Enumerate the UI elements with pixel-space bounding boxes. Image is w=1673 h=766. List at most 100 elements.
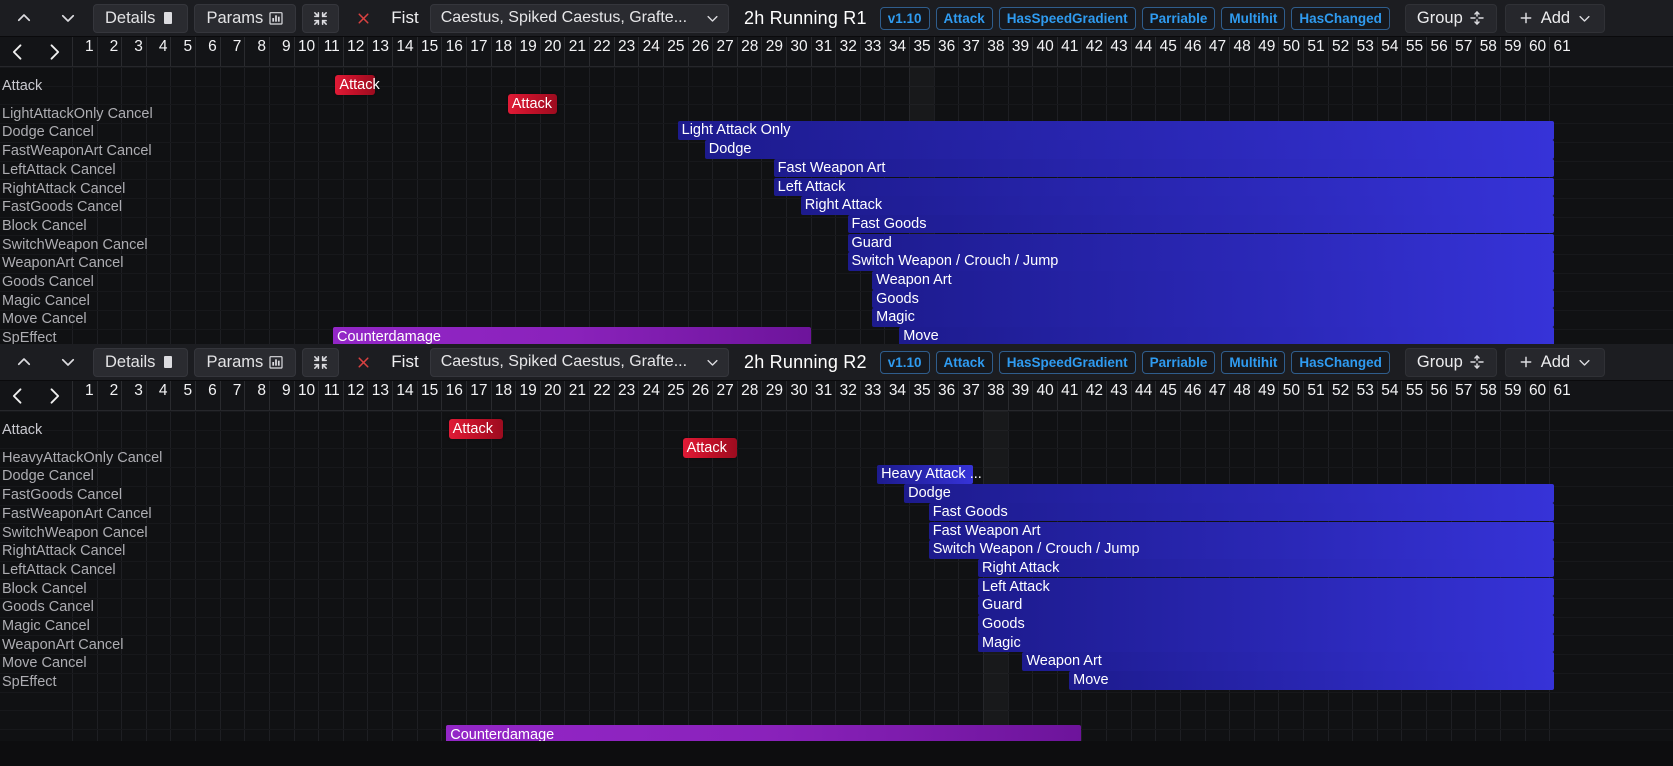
tag-parriable[interactable]: Parriable — [1141, 6, 1216, 30]
params-button[interactable]: Params — [194, 347, 297, 377]
next-frame-button[interactable] — [36, 381, 72, 410]
attack-bar[interactable]: Attack — [682, 437, 737, 458]
details-button[interactable]: Details — [93, 3, 189, 33]
cancel-bar[interactable]: Guard — [847, 233, 1555, 253]
cancel-bar[interactable]: Switch Weapon / Crouch / Jump — [928, 540, 1555, 559]
previous-frame-button[interactable] — [0, 381, 36, 410]
cancel-bar[interactable]: Magic — [872, 308, 1555, 327]
move-up-button[interactable] — [5, 348, 43, 377]
grid-vline — [810, 411, 812, 741]
tag-multihit[interactable]: Multihit — [1221, 350, 1286, 374]
ruler-tick: 37 — [958, 381, 983, 410]
row-label: WeaponArt Cancel — [2, 636, 124, 653]
tag-haschanged[interactable]: HasChanged — [1291, 6, 1390, 30]
ruler-tick: 36 — [933, 37, 959, 66]
ruler-tick: 46 — [1179, 37, 1205, 66]
timeline-grid[interactable]: Attack HeavyAttackOnly Cancel Dodge Cancel… — [0, 411, 1673, 741]
tag-hasspeedgradient[interactable]: HasSpeedGradient — [998, 6, 1136, 30]
cancel-bar[interactable]: Fast Weapon Art — [928, 521, 1555, 540]
weapon-category-label: Fist — [391, 8, 419, 27]
grid-vline — [539, 411, 541, 741]
group-button[interactable]: Group — [1404, 347, 1497, 377]
ruler-tick: 24 — [638, 37, 663, 66]
row-label: LeftAttack Cancel — [2, 561, 116, 578]
ruler-tick-label: 19 — [519, 38, 537, 55]
frame-ruler[interactable]: 1 2 3 4 5 6 7 8 9 10 11 12 13 14 15 16 17 18 19 20 21 22 23 24 2… — [0, 381, 1673, 411]
collapse-button[interactable] — [302, 3, 340, 33]
ruler-tick-label: 52 — [1331, 382, 1350, 399]
speffect-bar[interactable]: Counterdamage — [332, 327, 811, 344]
speffect-bar[interactable]: Counterdamage — [446, 725, 1082, 741]
cancel-bar[interactable]: Dodge — [904, 484, 1555, 503]
params-button[interactable]: Params — [194, 3, 297, 33]
tag-v1-10[interactable]: v1.10 — [879, 6, 930, 30]
cancel-bar[interactable]: Right Attack — [800, 196, 1555, 215]
tag-hasspeedgradient[interactable]: HasSpeedGradient — [998, 350, 1136, 374]
grid-hline — [0, 104, 1673, 105]
row-label: FastWeaponArt Cancel — [2, 143, 152, 160]
attack-bar[interactable]: Attack — [335, 75, 380, 95]
cancel-bar[interactable]: Heavy Attack ... — [877, 465, 982, 484]
cancel-bar[interactable]: Left Attack — [978, 577, 1555, 597]
panel-toolbar: Details Params Fist Caestus, Spiked Caestus… — [0, 0, 1673, 37]
details-button[interactable]: Details — [93, 347, 189, 377]
ruler-tick-label: 32 — [839, 38, 857, 55]
move-down-button[interactable] — [49, 4, 87, 33]
close-panel-button[interactable] — [345, 4, 382, 33]
cancel-bar[interactable]: Left Attack — [773, 177, 1555, 196]
add-button[interactable]: Add — [1504, 347, 1606, 377]
ruler-tick: 21 — [564, 381, 589, 410]
ruler-tick: 22 — [589, 37, 614, 66]
move-up-button[interactable] — [5, 4, 43, 33]
cancel-bar[interactable]: Light Attack Only — [677, 121, 1555, 140]
ruler-tick: 30 — [785, 37, 811, 66]
tag-parriable[interactable]: Parriable — [1141, 350, 1216, 374]
row-label: HeavyAttackOnly Cancel — [2, 449, 163, 466]
group-button[interactable]: Group — [1404, 3, 1497, 33]
tag-multihit[interactable]: Multihit — [1221, 6, 1286, 30]
ruler-tick: 38 — [982, 37, 1008, 66]
tag-attack[interactable]: Attack — [935, 6, 993, 30]
cancel-bar[interactable]: Fast Weapon Art — [773, 158, 1555, 178]
cancel-bar[interactable]: Fast Goods — [847, 214, 1555, 234]
close-panel-button[interactable] — [345, 348, 382, 377]
ruler-tick-label: 50 — [1282, 38, 1300, 55]
cancel-bar[interactable]: Right Attack — [978, 558, 1555, 578]
cancel-bar[interactable]: Goods — [872, 289, 1555, 309]
cancel-bar[interactable]: Weapon Art — [872, 271, 1555, 290]
ruler-tick-label: 14 — [396, 382, 414, 399]
weapon-select[interactable]: Caestus, Spiked Caestus, Grafte... — [429, 347, 730, 377]
cancel-bar[interactable]: Switch Weapon / Crouch / Jump — [847, 252, 1555, 271]
row-label: LightAttackOnly Cancel — [2, 105, 153, 122]
frame-ruler[interactable]: 1 2 3 4 5 6 7 8 9 10 11 12 13 14 15 16 17 18 19 20 21 22 23 24 2… — [0, 37, 1673, 67]
previous-frame-button[interactable] — [0, 37, 36, 66]
next-frame-button[interactable] — [36, 37, 72, 66]
cancel-bar[interactable]: Magic — [978, 633, 1555, 653]
ruler-track: 1 2 3 4 5 6 7 8 9 10 11 12 13 14 15 16 17 18 19 20 21 22 23 24 2… — [0, 37, 1673, 66]
tag-attack[interactable]: Attack — [935, 350, 993, 374]
bar-label: Goods — [876, 290, 919, 307]
ruler-tick: 46 — [1179, 381, 1205, 410]
timeline-grid[interactable]: Attack LightAttackOnly Cancel Dodge Cancel… — [0, 67, 1673, 344]
attack-bar[interactable]: Attack — [448, 419, 503, 439]
tag-v1-10[interactable]: v1.10 — [879, 350, 930, 374]
attack-bar[interactable]: Attack — [507, 93, 557, 114]
cancel-bar[interactable]: Guard — [978, 596, 1555, 615]
weapon-select[interactable]: Caestus, Spiked Caestus, Grafte... — [429, 3, 730, 33]
tag-haschanged[interactable]: HasChanged — [1291, 350, 1390, 374]
ruler-tick: 59 — [1499, 381, 1525, 410]
cancel-bar[interactable]: Dodge — [704, 140, 1555, 159]
cancel-bar[interactable]: Weapon Art — [1022, 652, 1555, 671]
add-button[interactable]: Add — [1504, 3, 1606, 33]
document-icon — [160, 354, 176, 370]
move-down-button[interactable] — [49, 348, 87, 377]
ruler-tick: 53 — [1352, 37, 1377, 66]
ruler-tick-label: 56 — [1430, 38, 1448, 55]
collapse-button[interactable] — [302, 347, 340, 377]
cancel-bar[interactable]: Move — [1069, 671, 1555, 690]
ruler-tick-label: 36 — [938, 38, 956, 55]
cancel-bar[interactable]: Goods — [978, 615, 1555, 634]
cancel-bar[interactable]: Fast Goods — [928, 502, 1555, 522]
cancel-bar[interactable]: Move — [899, 327, 1555, 344]
chevron-down-icon — [59, 9, 77, 27]
